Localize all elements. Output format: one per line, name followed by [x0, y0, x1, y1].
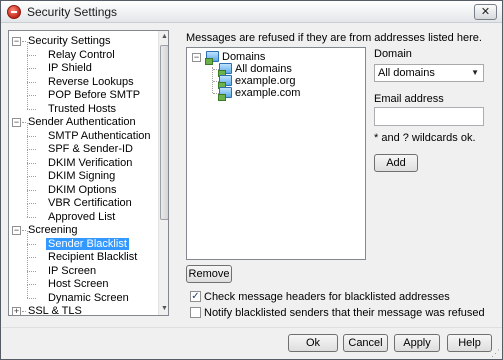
scroll-up-arrow-icon[interactable]: ▲: [159, 31, 168, 43]
domain-icon: [218, 75, 232, 89]
tree-item-label: SSL & TLS: [28, 305, 82, 316]
tree-item[interactable]: Approved List: [48, 211, 115, 224]
tree-item-label: DKIM Options: [48, 183, 117, 196]
tree-item-label: DKIM Signing: [48, 170, 116, 182]
domain-label: Domain: [374, 48, 412, 60]
domains-root-icon: [205, 51, 219, 65]
help-button[interactable]: Help: [447, 334, 492, 352]
tree-item[interactable]: VBR Certification: [48, 197, 132, 210]
title-bar[interactable]: Security Settings ✕: [1, 1, 502, 23]
settings-tree[interactable]: − Security Settings Relay Control IP Shield…: [8, 30, 169, 316]
window-title: Security Settings: [27, 5, 118, 19]
tree-item-label: Trusted Hosts: [48, 102, 117, 115]
domain-icon: [218, 87, 232, 101]
tree-item-label: Approved List: [48, 210, 116, 223]
tree-item[interactable]: Recipient Blacklist: [48, 251, 137, 264]
tree-group[interactable]: Screening: [28, 224, 78, 237]
tree-group[interactable]: Sender Authentication: [28, 116, 136, 129]
tree-item-label: Host Screen: [48, 278, 109, 290]
tree-item[interactable]: IP Screen: [48, 265, 96, 278]
tree-item[interactable]: Relay Control: [48, 49, 115, 62]
tree-item[interactable]: SMTP Authentication: [48, 130, 151, 143]
email-label: Email address: [374, 93, 444, 105]
remove-button[interactable]: Remove: [186, 265, 232, 283]
app-shield-icon: [7, 5, 21, 19]
notify-senders-label[interactable]: Notify blacklisted senders that their me…: [204, 307, 485, 319]
cancel-button[interactable]: Cancel: [343, 334, 388, 352]
collapse-domains-icon[interactable]: −: [192, 53, 201, 62]
resize-grip-icon[interactable]: ⋰: [491, 348, 500, 359]
email-address-input[interactable]: [374, 107, 484, 126]
tree-item[interactable]: Reverse Lookups: [48, 76, 134, 89]
tree-item-label: Dynamic Screen: [48, 291, 129, 304]
check-headers-label[interactable]: Check message headers for blacklisted ad…: [204, 291, 450, 303]
dropdown-arrow-icon[interactable]: ▼: [471, 65, 479, 81]
security-settings-window: Security Settings ✕ − Security Settings Re…: [0, 0, 503, 360]
notify-senders-checkbox[interactable]: [190, 307, 201, 318]
domain-select[interactable]: All domains ▼: [374, 64, 484, 82]
tree-item[interactable]: IP Shield: [48, 62, 92, 75]
tree-item[interactable]: Sender Blacklist: [46, 237, 129, 251]
tree-item[interactable]: Trusted Hosts: [48, 103, 116, 116]
tree-item-label: Relay Control: [48, 48, 115, 61]
wildcard-note: * and ? wildcards ok.: [374, 132, 476, 144]
tree-item[interactable]: Dynamic Screen: [48, 292, 129, 305]
tree-item[interactable]: POP Before SMTP: [48, 89, 140, 102]
tree-items: − Security Settings Relay Control IP Shield…: [9, 31, 159, 315]
tree-group[interactable]: SSL & TLS: [28, 305, 82, 316]
tree-item-label: Sender Authentication: [28, 116, 136, 128]
tree-item-label: SMTP Authentication: [48, 129, 151, 142]
tree-item-label: SPF & Sender-ID: [48, 143, 133, 155]
tree-group[interactable]: Security Settings: [28, 35, 111, 48]
tree-item-label: DKIM Verification: [48, 156, 133, 169]
collapse-node-icon[interactable]: −: [12, 226, 21, 235]
domain-select-value: All domains: [378, 67, 435, 79]
tree-item[interactable]: Host Screen: [48, 278, 109, 291]
bottom-separator: [2, 327, 502, 328]
ok-button[interactable]: Ok: [288, 334, 338, 352]
tree-item[interactable]: DKIM Options: [48, 184, 116, 197]
scroll-down-arrow-icon[interactable]: ▼: [159, 303, 168, 315]
tree-item[interactable]: DKIM Signing: [48, 170, 115, 183]
collapse-node-icon[interactable]: −: [12, 37, 21, 46]
tree-item-label: Sender Blacklist: [46, 237, 129, 250]
tree-item[interactable]: DKIM Verification: [48, 157, 132, 170]
tree-item-label: IP Screen: [48, 264, 97, 277]
tree-scrollbar[interactable]: ▲ ▼: [158, 31, 168, 315]
tree-item[interactable]: SPF & Sender-ID: [48, 143, 133, 156]
domain-icon: [218, 63, 232, 77]
blacklist-info-text: Messages are refused if they are from ad…: [186, 32, 482, 44]
tree-item-label: POP Before SMTP: [48, 89, 141, 101]
tree-item-label: IP Shield: [48, 62, 92, 74]
add-button[interactable]: Add: [374, 154, 418, 172]
close-button[interactable]: ✕: [474, 4, 497, 20]
scroll-thumb[interactable]: [160, 45, 168, 220]
expand-node-icon[interactable]: +: [12, 307, 21, 315]
tree-item-label: Screening: [28, 224, 78, 236]
blacklist-domain-tree[interactable]: − Domains All domains example.org exampl…: [186, 47, 366, 260]
apply-button[interactable]: Apply: [394, 334, 440, 352]
domain-item[interactable]: example.com: [235, 87, 300, 100]
tree-item-label: Recipient Blacklist: [48, 251, 138, 263]
tree-item-label: Security Settings: [28, 35, 111, 47]
check-headers-checkbox[interactable]: ✓: [190, 291, 201, 302]
tree-item-label: Reverse Lookups: [48, 75, 134, 88]
collapse-node-icon[interactable]: −: [12, 118, 21, 127]
tree-item-label: VBR Certification: [48, 197, 132, 209]
